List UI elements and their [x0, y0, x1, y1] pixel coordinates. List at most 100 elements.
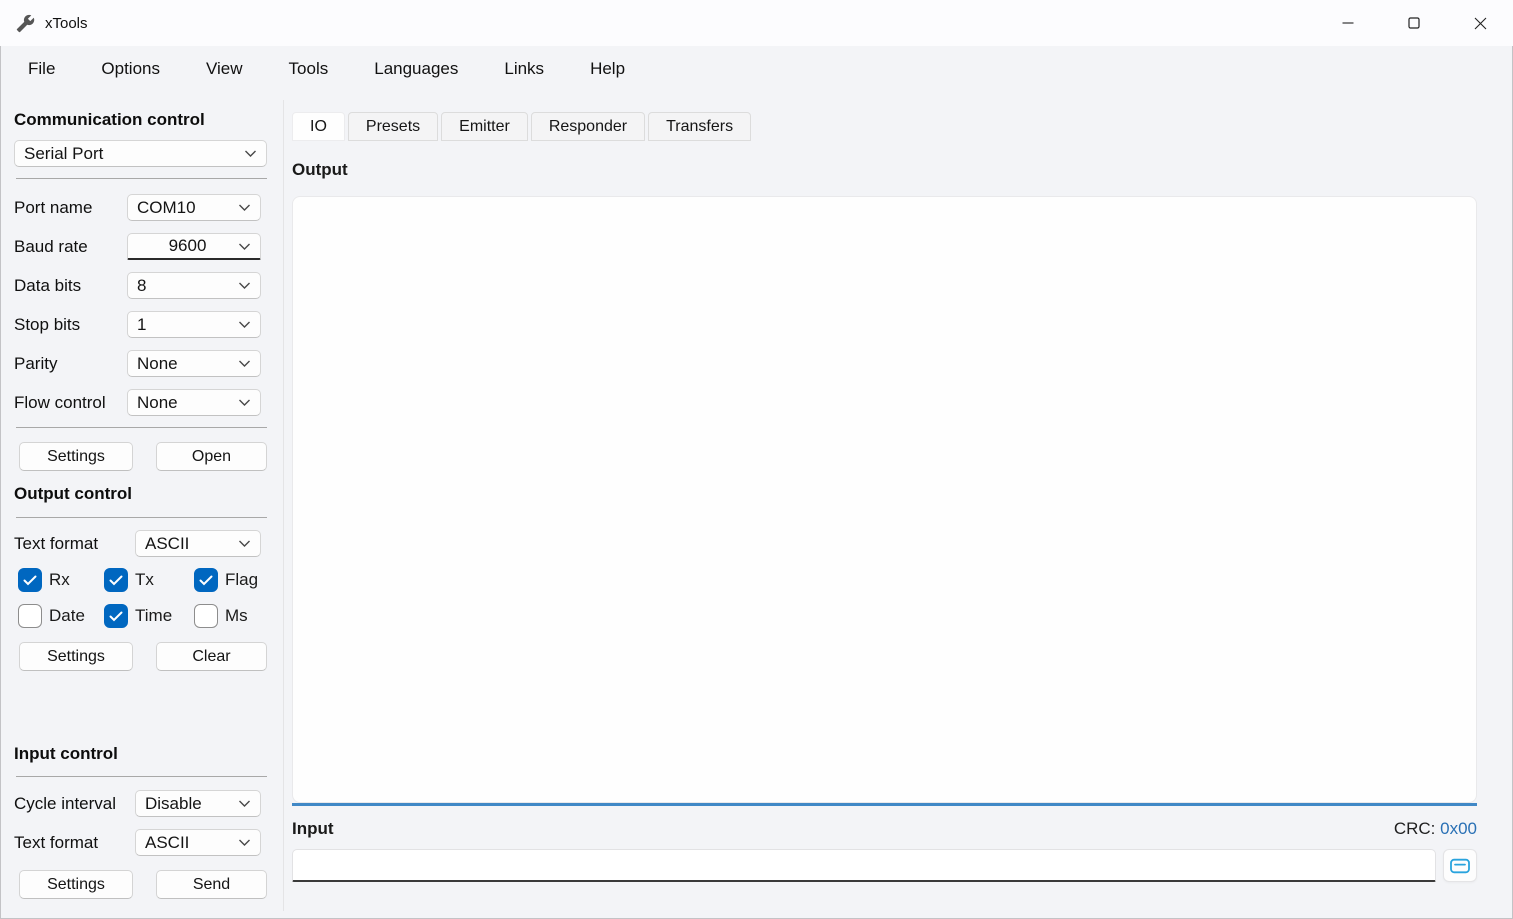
stop-bits-row: Stop bits 1 [14, 311, 267, 338]
divider [16, 517, 267, 518]
parity-select[interactable]: None [127, 350, 261, 377]
main-panel: IO Presets Emitter Responder Transfers O… [292, 100, 1477, 919]
divider [16, 178, 267, 179]
input-buttons: Settings Send [14, 870, 267, 899]
window-controls [1315, 0, 1513, 46]
input-format-button[interactable] [1443, 849, 1477, 882]
flow-control-label: Flow control [14, 393, 127, 413]
tab-presets[interactable]: Presets [348, 112, 438, 141]
open-button[interactable]: Open [156, 442, 267, 471]
menu-help[interactable]: Help [590, 59, 625, 79]
menu-languages[interactable]: Languages [374, 59, 458, 79]
port-name-value: COM10 [137, 198, 238, 218]
cycle-interval-select[interactable]: Disable [135, 790, 261, 817]
parity-row: Parity None [14, 350, 267, 377]
menubar: File Options View Tools Languages Links … [0, 46, 1513, 92]
send-input[interactable] [292, 849, 1436, 882]
tab-io[interactable]: IO [292, 112, 345, 141]
tx-label: Tx [135, 570, 154, 590]
ms-checkbox[interactable]: Ms [194, 604, 248, 628]
tab-transfers[interactable]: Transfers [648, 112, 751, 141]
flow-control-value: None [137, 393, 238, 413]
input-label-row: Input CRC: 0x00 [292, 819, 1477, 839]
input-text-format-select[interactable]: ASCII [135, 829, 261, 856]
baud-rate-select[interactable]: 9600 [127, 233, 261, 260]
chevron-down-icon [238, 203, 251, 212]
port-name-row: Port name COM10 [14, 194, 267, 221]
output-text-format-select[interactable]: ASCII [135, 530, 261, 557]
date-label: Date [49, 606, 85, 626]
menu-options[interactable]: Options [101, 59, 160, 79]
cycle-interval-value: Disable [145, 794, 238, 814]
flow-control-row: Flow control None [14, 389, 267, 416]
date-checkbox[interactable]: Date [18, 604, 104, 628]
menu-tools[interactable]: Tools [289, 59, 329, 79]
input-control-header: Input control [14, 744, 267, 764]
output-settings-button[interactable]: Settings [19, 642, 133, 671]
rx-label: Rx [49, 570, 70, 590]
checkbox-box[interactable] [194, 568, 218, 592]
chevron-down-icon [238, 242, 251, 251]
comm-settings-button[interactable]: Settings [19, 442, 133, 471]
communication-control-header: Communication control [14, 110, 267, 130]
flag-checkbox[interactable]: Flag [194, 568, 258, 592]
chevron-down-icon [238, 359, 251, 368]
chevron-down-icon [244, 149, 257, 158]
output-section-label: Output [292, 160, 1477, 180]
output-textarea[interactable] [292, 196, 1477, 803]
port-name-select[interactable]: COM10 [127, 194, 261, 221]
output-text-format-row: Text format ASCII [14, 530, 267, 557]
data-bits-value: 8 [137, 276, 238, 296]
stop-bits-select[interactable]: 1 [127, 311, 261, 338]
input-text-format-label: Text format [14, 833, 135, 853]
input-text-format-row: Text format ASCII [14, 829, 267, 856]
checkbox-box[interactable] [104, 568, 128, 592]
parity-value: None [137, 354, 238, 374]
tx-checkbox[interactable]: Tx [104, 568, 194, 592]
input-method-icon [1449, 857, 1471, 875]
checkbox-box[interactable] [104, 604, 128, 628]
chevron-down-icon [238, 838, 251, 847]
stop-bits-label: Stop bits [14, 315, 127, 335]
sidebar: Communication control Serial Port Port n… [14, 100, 267, 919]
baud-rate-label: Baud rate [14, 237, 127, 257]
send-button[interactable]: Send [156, 870, 267, 899]
output-buttons: Settings Clear [14, 642, 267, 671]
sidebar-splitter[interactable] [283, 100, 284, 911]
minimize-button[interactable] [1315, 0, 1381, 46]
wrench-icon [14, 12, 36, 34]
rx-checkbox[interactable]: Rx [18, 568, 104, 592]
ms-label: Ms [225, 606, 248, 626]
checkbox-box[interactable] [18, 568, 42, 592]
time-checkbox[interactable]: Time [104, 604, 194, 628]
crc-value: 0x00 [1440, 819, 1477, 838]
flow-control-select[interactable]: None [127, 389, 261, 416]
data-bits-select[interactable]: 8 [127, 272, 261, 299]
baud-rate-row: Baud rate 9600 [14, 233, 267, 260]
menu-view[interactable]: View [206, 59, 243, 79]
comm-type-select[interactable]: Serial Port [14, 140, 267, 167]
maximize-button[interactable] [1381, 0, 1447, 46]
output-focus-underline [292, 803, 1477, 806]
tab-emitter[interactable]: Emitter [441, 112, 528, 141]
checkbox-box[interactable] [194, 604, 218, 628]
tab-responder[interactable]: Responder [531, 112, 645, 141]
baud-rate-value: 9600 [137, 236, 238, 256]
chevron-down-icon [238, 539, 251, 548]
data-bits-label: Data bits [14, 276, 127, 296]
clear-button[interactable]: Clear [156, 642, 267, 671]
divider [16, 776, 267, 777]
close-button[interactable] [1447, 0, 1513, 46]
data-bits-row: Data bits 8 [14, 272, 267, 299]
tabbar: IO Presets Emitter Responder Transfers [292, 112, 1477, 141]
titlebar: xTools [0, 0, 1513, 46]
app-window: xTools File Options View Tools Languages… [0, 0, 1513, 919]
window-title: xTools [45, 15, 88, 32]
output-area-wrap [292, 196, 1477, 803]
input-row [292, 849, 1477, 882]
stop-bits-value: 1 [137, 315, 238, 335]
input-settings-button[interactable]: Settings [19, 870, 133, 899]
menu-file[interactable]: File [28, 59, 55, 79]
menu-links[interactable]: Links [504, 59, 544, 79]
checkbox-box[interactable] [18, 604, 42, 628]
